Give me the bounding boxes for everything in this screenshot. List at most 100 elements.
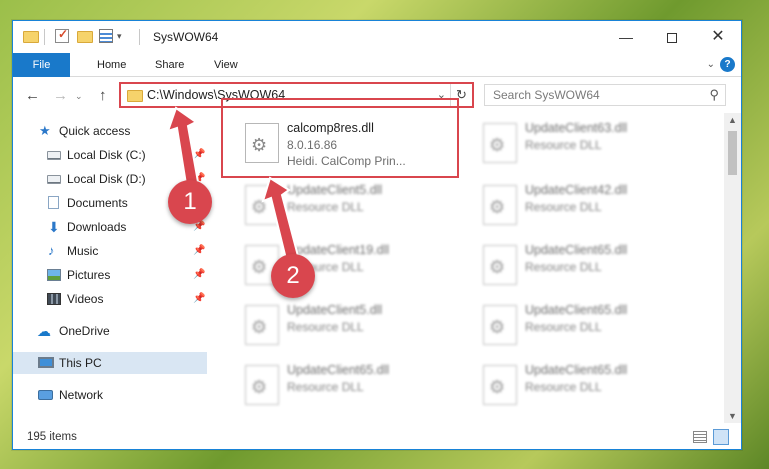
- sidebar-item-videos[interactable]: Videos 📌: [13, 288, 207, 310]
- file-item[interactable]: ⚙ UpdateClient65.dll Resource DLL: [235, 359, 460, 415]
- tab-share[interactable]: Share: [141, 53, 198, 77]
- recent-locations-icon[interactable]: ⌄: [75, 91, 83, 102]
- file-item[interactable]: ⚙ UpdateClient65.dll Resource DLL: [473, 359, 698, 415]
- gear-icon: ⚙: [251, 257, 268, 277]
- sidebar-item-label: This PC: [59, 356, 102, 370]
- file-item[interactable]: ⚙ UpdateClient19.dll Resource DLL: [235, 239, 460, 295]
- large-icons-view-icon[interactable]: [713, 429, 729, 445]
- sidebar-item-onedrive[interactable]: ☁ OneDrive: [13, 320, 207, 342]
- file-description: Resource DLL: [287, 320, 364, 334]
- tab-home[interactable]: Home: [83, 53, 140, 77]
- gear-icon: ⚙: [489, 197, 506, 217]
- sidebar-item-pictures[interactable]: Pictures 📌: [13, 264, 207, 286]
- this-pc-icon: [38, 357, 54, 368]
- file-explorer-window: ▾ SysWOW64 — ✕ File Home Share View ⌄ ? …: [12, 20, 742, 450]
- file-item[interactable]: ⚙ UpdateClient5.dll Resource DLL: [235, 299, 460, 355]
- pin-icon[interactable]: 📌: [193, 144, 205, 166]
- pictures-icon: [47, 269, 61, 281]
- toolbar-divider: [139, 29, 140, 45]
- step-1-badge: 1: [168, 180, 212, 224]
- gear-icon: ⚙: [489, 257, 506, 277]
- file-item[interactable]: ⚙ UpdateClient42.dll Resource DLL: [473, 179, 698, 235]
- dll-file-icon: ⚙: [483, 123, 517, 163]
- tab-file[interactable]: File: [13, 53, 70, 77]
- sidebar-item-label: Videos: [67, 292, 104, 306]
- file-name: UpdateClient5.dll: [287, 303, 383, 317]
- videos-icon: [47, 293, 61, 305]
- navigation-pane: ★ Quick access Local Disk (C:) 📌 Local D…: [13, 113, 207, 423]
- dll-file-icon: ⚙: [483, 185, 517, 225]
- sidebar-item-label: OneDrive: [59, 324, 110, 338]
- properties-check-icon[interactable]: [55, 27, 71, 45]
- file-name: UpdateClient63.dll: [525, 121, 628, 135]
- properties-icon[interactable]: [99, 29, 115, 45]
- gear-icon: ⚙: [489, 377, 506, 397]
- file-description: Resource DLL: [525, 380, 602, 394]
- scroll-thumb[interactable]: [728, 131, 737, 175]
- help-icon[interactable]: ?: [720, 57, 735, 72]
- sidebar-item-this-pc[interactable]: This PC: [13, 352, 207, 374]
- scroll-down-icon[interactable]: ▼: [724, 411, 741, 421]
- folder-icon: [127, 88, 143, 105]
- maximize-icon: [667, 33, 677, 44]
- file-item[interactable]: ⚙ UpdateClient65.dll Resource DLL: [473, 239, 698, 295]
- close-button[interactable]: ✕: [695, 21, 741, 53]
- window-title: SysWOW64: [153, 30, 219, 44]
- file-name: UpdateClient65.dll: [525, 243, 628, 257]
- file-name: UpdateClient65.dll: [287, 363, 390, 377]
- scroll-up-icon[interactable]: ▲: [724, 115, 741, 125]
- file-description: Resource DLL: [525, 200, 602, 214]
- gear-icon: ⚙: [251, 317, 268, 337]
- ribbon-expand-icon[interactable]: ⌄: [707, 59, 715, 70]
- search-box[interactable]: ⚲: [484, 84, 726, 106]
- toolbar-divider: [44, 29, 45, 45]
- file-name: UpdateClient65.dll: [525, 303, 628, 317]
- forward-button[interactable]: →: [53, 87, 68, 104]
- tab-view[interactable]: View: [200, 53, 252, 77]
- file-description: Resource DLL: [287, 200, 364, 214]
- up-button[interactable]: ↑: [99, 87, 107, 104]
- star-icon: ★: [39, 123, 51, 138]
- file-item[interactable]: ⚙ UpdateClient65.dll Resource DLL: [473, 299, 698, 355]
- sidebar-item-local-disk-c[interactable]: Local Disk (C:) 📌: [13, 144, 207, 166]
- sidebar-item-label: Network: [59, 388, 104, 402]
- search-icon[interactable]: ⚲: [709, 87, 719, 103]
- sidebar-item-quick-access[interactable]: ★ Quick access: [13, 120, 207, 142]
- quick-access-dropdown-icon[interactable]: ▾: [117, 31, 127, 47]
- search-input[interactable]: [485, 85, 695, 105]
- pin-icon[interactable]: 📌: [193, 240, 205, 262]
- pin-icon[interactable]: 📌: [193, 288, 205, 310]
- disk-icon: [47, 151, 61, 160]
- details-view-icon[interactable]: [693, 431, 707, 443]
- sidebar-item-music[interactable]: ♪ Music 📌: [13, 240, 207, 262]
- highlighted-file-box: [221, 98, 459, 178]
- vertical-scrollbar[interactable]: ▲ ▼: [724, 113, 741, 423]
- maximize-button[interactable]: [649, 21, 695, 53]
- file-description: Resource DLL: [525, 260, 602, 274]
- sidebar-item-network[interactable]: Network: [13, 384, 207, 406]
- file-name: UpdateClient19.dll: [287, 243, 390, 257]
- item-count: 195 items: [27, 431, 77, 443]
- disk-icon: [47, 175, 61, 184]
- file-description: Resource DLL: [525, 320, 602, 334]
- dll-file-icon: ⚙: [483, 365, 517, 405]
- gear-icon: ⚙: [251, 377, 268, 397]
- pin-icon[interactable]: 📌: [193, 264, 205, 286]
- dll-file-icon: ⚙: [245, 185, 279, 225]
- gear-icon: ⚙: [489, 317, 506, 337]
- downloads-icon: ⬇: [48, 219, 60, 235]
- sidebar-item-label: Pictures: [67, 268, 111, 282]
- sidebar-item-label: Documents: [67, 196, 128, 210]
- sidebar-item-label: Local Disk (D:): [67, 172, 146, 186]
- file-name: UpdateClient5.dll: [287, 183, 383, 197]
- dll-file-icon: ⚙: [245, 365, 279, 405]
- minimize-button[interactable]: —: [603, 21, 649, 53]
- file-description: Resource DLL: [525, 138, 602, 152]
- dll-file-icon: ⚙: [483, 245, 517, 285]
- sidebar-item-label: Quick access: [59, 124, 131, 138]
- new-folder-icon[interactable]: [77, 29, 93, 45]
- file-item[interactable]: ⚙ UpdateClient63.dll Resource DLL: [473, 117, 698, 173]
- ribbon: File Home Share View ⌄ ?: [13, 53, 741, 77]
- file-item[interactable]: ⚙ UpdateClient5.dll Resource DLL: [235, 179, 460, 235]
- back-button[interactable]: ←: [25, 87, 40, 104]
